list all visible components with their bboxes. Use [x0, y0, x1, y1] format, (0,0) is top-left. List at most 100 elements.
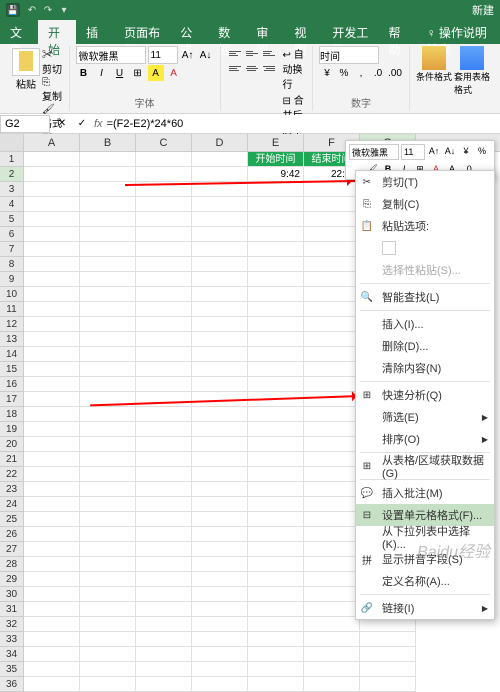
cell[interactable]	[80, 317, 136, 332]
cell[interactable]	[304, 422, 360, 437]
cell[interactable]	[136, 662, 192, 677]
increase-decimal-button[interactable]: .0	[370, 65, 386, 81]
cell[interactable]	[80, 467, 136, 482]
cell[interactable]	[192, 527, 248, 542]
row-header-21[interactable]: 21	[0, 452, 24, 467]
cell[interactable]	[248, 182, 304, 197]
cell[interactable]	[24, 452, 80, 467]
name-box[interactable]	[0, 115, 50, 133]
cell[interactable]	[248, 452, 304, 467]
cell[interactable]	[24, 212, 80, 227]
cell[interactable]	[304, 302, 360, 317]
cell[interactable]	[80, 587, 136, 602]
cell[interactable]	[304, 407, 360, 422]
cell[interactable]	[192, 677, 248, 692]
cell[interactable]	[248, 602, 304, 617]
cell[interactable]	[80, 557, 136, 572]
menu-home[interactable]: 开始	[38, 20, 76, 44]
cell[interactable]	[304, 437, 360, 452]
row-header-6[interactable]: 6	[0, 227, 24, 242]
increase-font-icon[interactable]: A↑	[180, 47, 196, 63]
cell[interactable]	[24, 317, 80, 332]
cell[interactable]	[304, 587, 360, 602]
cell[interactable]	[304, 287, 360, 302]
cell[interactable]	[24, 512, 80, 527]
row-header-34[interactable]: 34	[0, 647, 24, 662]
cell[interactable]	[24, 647, 80, 662]
ctx-delete[interactable]: 删除(D)...	[356, 335, 494, 357]
cell[interactable]	[24, 287, 80, 302]
cell[interactable]	[136, 437, 192, 452]
cell[interactable]	[24, 227, 80, 242]
cell-e1[interactable]: 开始时间	[248, 152, 304, 167]
comma-button[interactable]: ,	[353, 65, 369, 81]
row-header-2[interactable]: 2	[0, 167, 24, 182]
cell[interactable]	[248, 617, 304, 632]
align-middle-button[interactable]	[244, 46, 260, 60]
cell[interactable]	[248, 662, 304, 677]
cell[interactable]	[136, 182, 192, 197]
cell[interactable]	[24, 392, 80, 407]
cell[interactable]	[304, 227, 360, 242]
cell[interactable]	[248, 287, 304, 302]
underline-button[interactable]: U	[112, 65, 128, 81]
row-header-17[interactable]: 17	[0, 392, 24, 407]
cell[interactable]	[80, 377, 136, 392]
cell[interactable]	[360, 677, 416, 692]
font-size-select[interactable]	[148, 46, 178, 64]
cell[interactable]	[80, 182, 136, 197]
menu-dev[interactable]: 开发工具	[322, 20, 378, 44]
row-header-25[interactable]: 25	[0, 512, 24, 527]
cell[interactable]	[80, 167, 136, 182]
row-header-13[interactable]: 13	[0, 332, 24, 347]
cell[interactable]	[192, 257, 248, 272]
cell[interactable]	[24, 467, 80, 482]
cell[interactable]	[24, 557, 80, 572]
row-header-31[interactable]: 31	[0, 602, 24, 617]
ctx-filter[interactable]: 筛选(E)▶	[356, 406, 494, 428]
cell[interactable]	[304, 332, 360, 347]
row-header-16[interactable]: 16	[0, 377, 24, 392]
cell[interactable]	[80, 677, 136, 692]
cell[interactable]	[136, 677, 192, 692]
cell[interactable]	[304, 542, 360, 557]
col-header-e[interactable]: E	[248, 134, 304, 151]
cell[interactable]	[24, 662, 80, 677]
cell[interactable]	[136, 362, 192, 377]
cell[interactable]	[24, 167, 80, 182]
cell[interactable]	[24, 602, 80, 617]
cell[interactable]	[136, 287, 192, 302]
cell[interactable]	[304, 497, 360, 512]
cell[interactable]	[136, 332, 192, 347]
cell[interactable]	[80, 152, 136, 167]
menu-formula[interactable]: 公式	[170, 20, 208, 44]
cell[interactable]	[80, 392, 136, 407]
cell[interactable]	[24, 242, 80, 257]
row-header-1[interactable]: 1	[0, 152, 24, 167]
ctx-paste-btn[interactable]	[356, 237, 494, 259]
row-header-12[interactable]: 12	[0, 317, 24, 332]
cell[interactable]	[304, 392, 360, 407]
decrease-font-icon[interactable]: A↓	[198, 47, 214, 63]
cell[interactable]	[136, 197, 192, 212]
cell[interactable]	[192, 392, 248, 407]
cell[interactable]	[192, 602, 248, 617]
cell[interactable]	[24, 422, 80, 437]
cell[interactable]	[136, 512, 192, 527]
cell[interactable]	[80, 422, 136, 437]
cell[interactable]	[248, 317, 304, 332]
cell[interactable]	[136, 167, 192, 182]
cell[interactable]	[304, 617, 360, 632]
cell[interactable]	[192, 182, 248, 197]
cell[interactable]	[192, 242, 248, 257]
menu-view[interactable]: 视图	[284, 20, 322, 44]
ctx-smart-lookup[interactable]: 🔍智能查找(L)	[356, 286, 494, 308]
row-header-3[interactable]: 3	[0, 182, 24, 197]
cell[interactable]	[136, 272, 192, 287]
cell[interactable]	[136, 557, 192, 572]
row-header-18[interactable]: 18	[0, 407, 24, 422]
col-header-a[interactable]: A	[24, 134, 80, 151]
cell[interactable]	[248, 647, 304, 662]
cell[interactable]	[192, 287, 248, 302]
row-header-36[interactable]: 36	[0, 677, 24, 692]
